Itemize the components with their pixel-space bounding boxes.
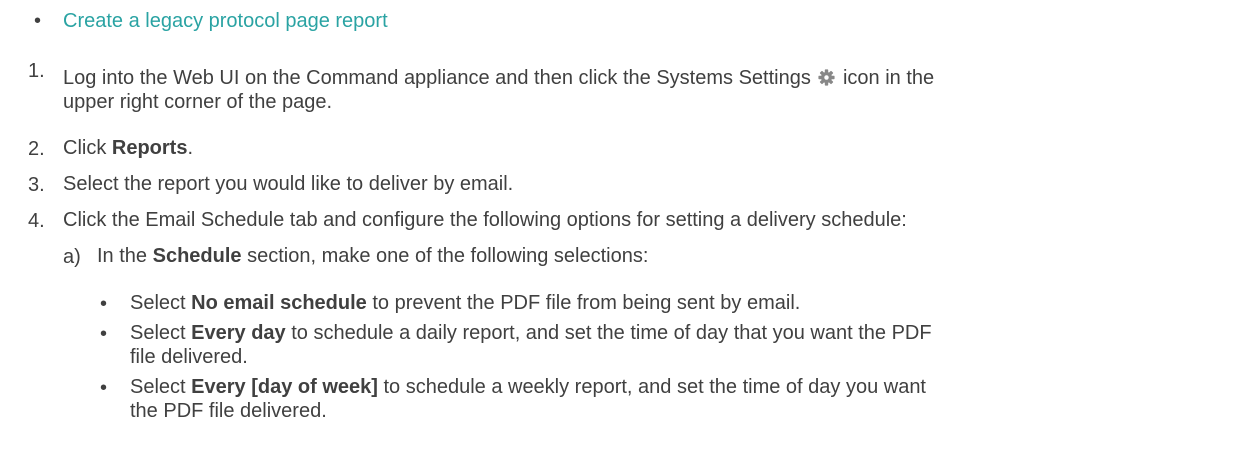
option-1-post: to prevent the PDF file from being sent … [366,292,801,314]
option-2-post: to schedule a daily report, and set the … [285,322,932,344]
step-2-post: . [187,137,194,159]
bullet: • [34,10,42,32]
legacy-protocol-report-link[interactable]: Create a legacy protocol page report [63,10,388,33]
step-3-text: Select the report you would like to deli… [63,173,514,195]
step-1-line-2: upper right corner of the page. [63,91,333,113]
step-3-number: 3. [28,174,45,196]
substep-a-text: In the Schedule section, make one of the… [97,244,648,268]
option-3-line-1: Select Every [day of week] to schedule a… [130,375,926,399]
option-3-bold: Every [day of week] [191,376,378,398]
step-2-text: Click Reports. [63,136,193,160]
step-2-number: 2. [28,138,45,160]
option-no-email: Select No email schedule to prevent the … [130,291,800,315]
option-1-bold: No email schedule [191,292,367,314]
reports-label: Reports [111,137,188,159]
step-2-pre: Click [63,137,112,159]
option-3-pre: Select [130,376,192,398]
option-every-day-of-week: Select Every [day of week] to schedule a… [130,375,926,423]
option-2-bold: Every day [191,322,286,344]
gear-icon [818,69,835,86]
option-every-day: Select Every day to schedule a daily rep… [130,321,932,369]
substep-a-pre: In the [97,245,153,267]
option-2-pre: Select [130,322,192,344]
step-4-number: 4. [28,210,45,232]
step-1-number: 1. [28,60,45,82]
step-1-text-a: Log into the Web UI on the Command appli… [63,67,811,89]
option-2-line-1: Select Every day to schedule a daily rep… [130,321,932,345]
step-4-text: Click the Email Schedule tab and configu… [63,209,907,231]
substep-a-letter: a) [63,246,81,268]
bullet: • [100,323,108,345]
substep-a-post: section, make one of the following selec… [241,245,649,267]
option-3-line-2: the PDF file delivered. [130,400,327,422]
bullet: • [100,293,108,315]
step-1-text-b: icon in the [842,67,935,89]
option-1-pre: Select [130,292,192,314]
step-1-text: Log into the Web UI on the Command appli… [63,66,934,114]
bullet: • [100,377,108,399]
option-2-line-2: file delivered. [130,346,248,368]
step-1-line-1: Log into the Web UI on the Command appli… [63,66,934,90]
option-3-post: to schedule a weekly report, and set the… [377,376,926,398]
schedule-label: Schedule [152,245,242,267]
